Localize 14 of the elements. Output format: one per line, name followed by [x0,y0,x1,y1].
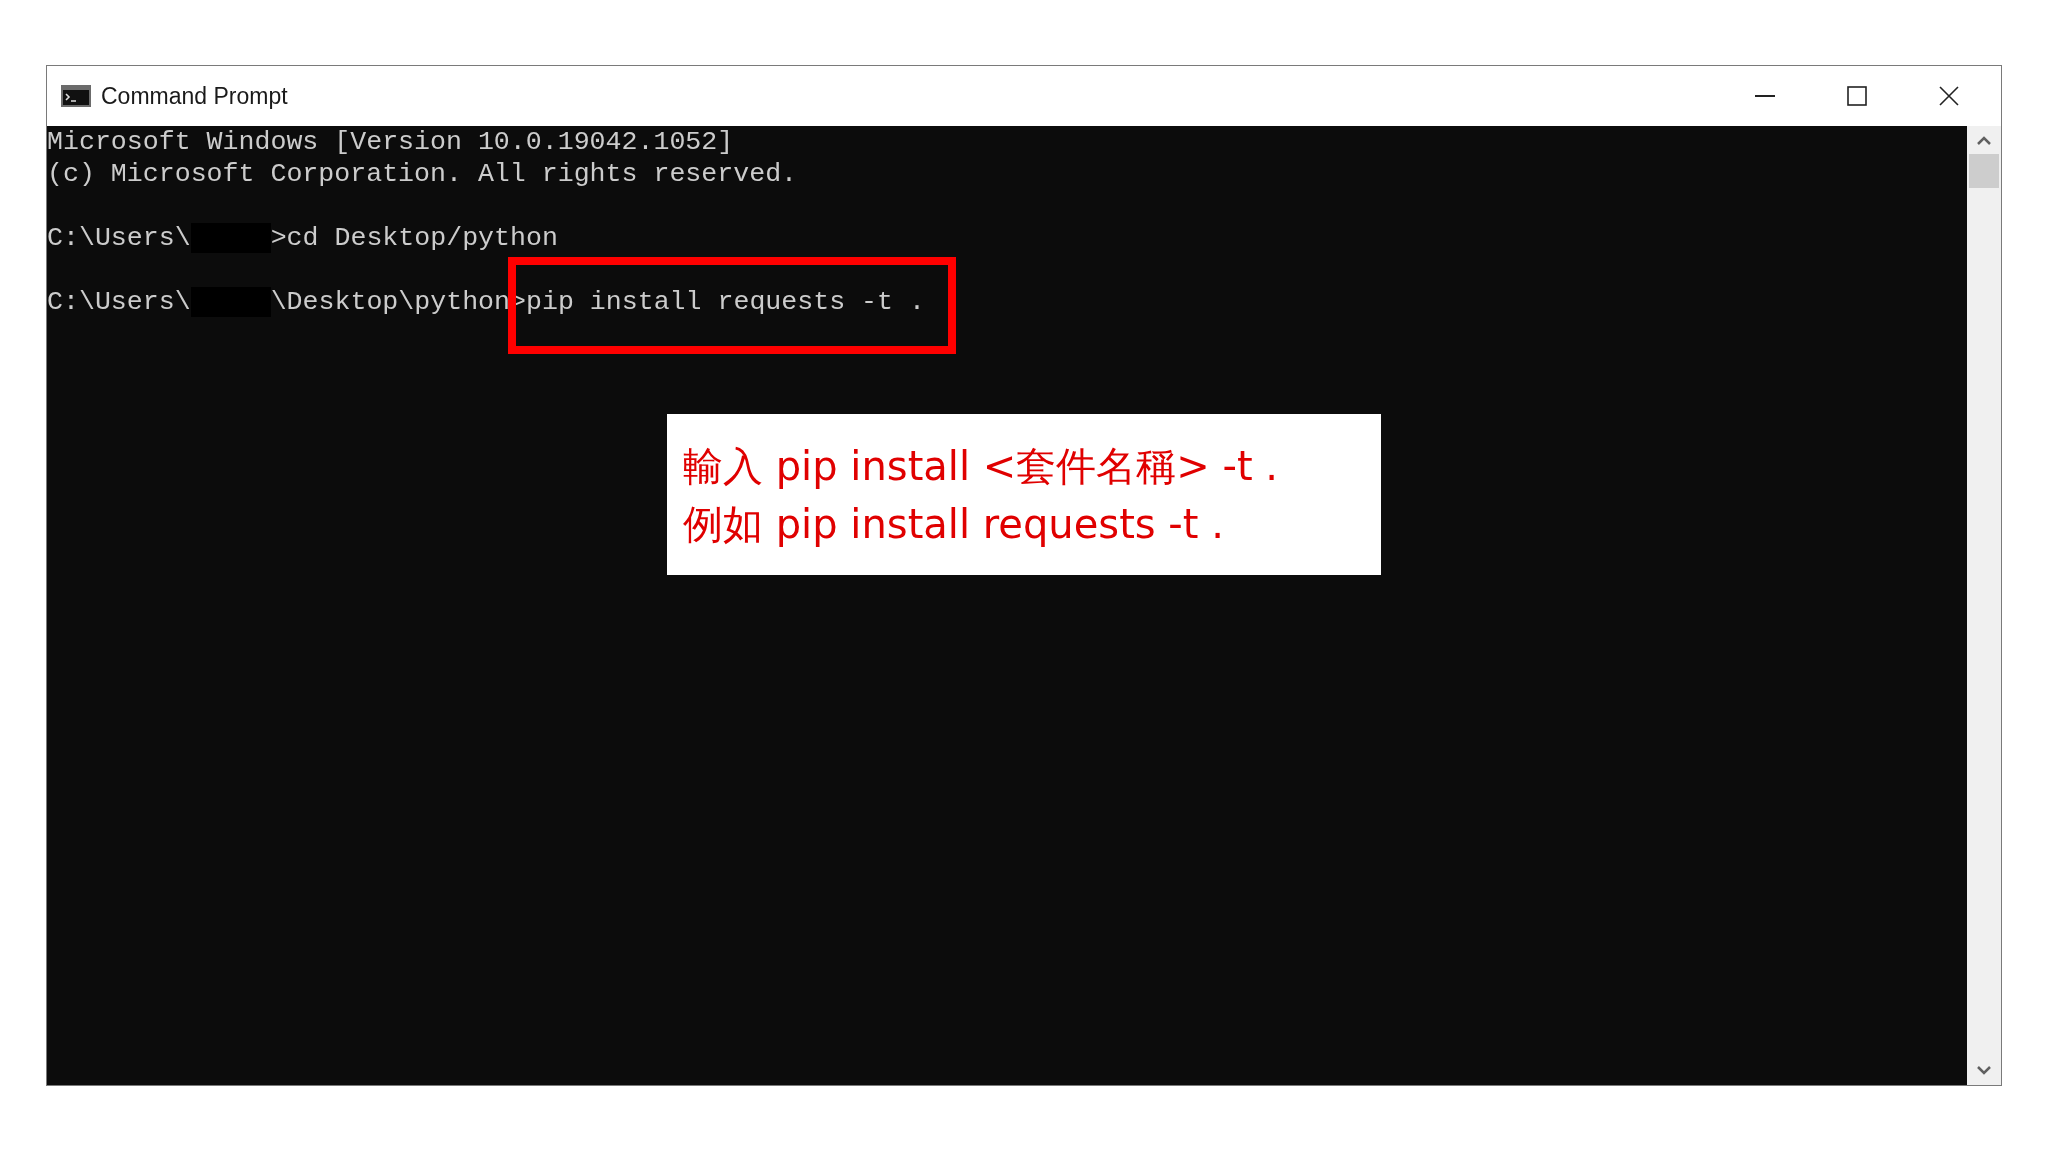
prompt-path: C:\Users\ [47,224,191,252]
window-title: Command Prompt [101,81,288,111]
maximize-icon [1847,86,1867,106]
scroll-down-icon[interactable] [1976,1065,1992,1077]
console-line: (c) Microsoft Corporation. All rights reserved. [47,160,798,188]
scrollbar[interactable] [1967,126,2001,1085]
close-icon [1939,86,1959,106]
console-command: >cd Desktop/python [270,224,558,252]
scroll-up-icon[interactable] [1976,134,1992,146]
console-line: Microsoft Windows [Version 10.0.19042.1052] [47,128,734,156]
minimize-icon [1755,95,1775,97]
scrollbar-thumb[interactable] [1969,154,1999,188]
prompt-path: C:\Users\ [47,288,191,316]
console-app-icon [61,85,91,107]
